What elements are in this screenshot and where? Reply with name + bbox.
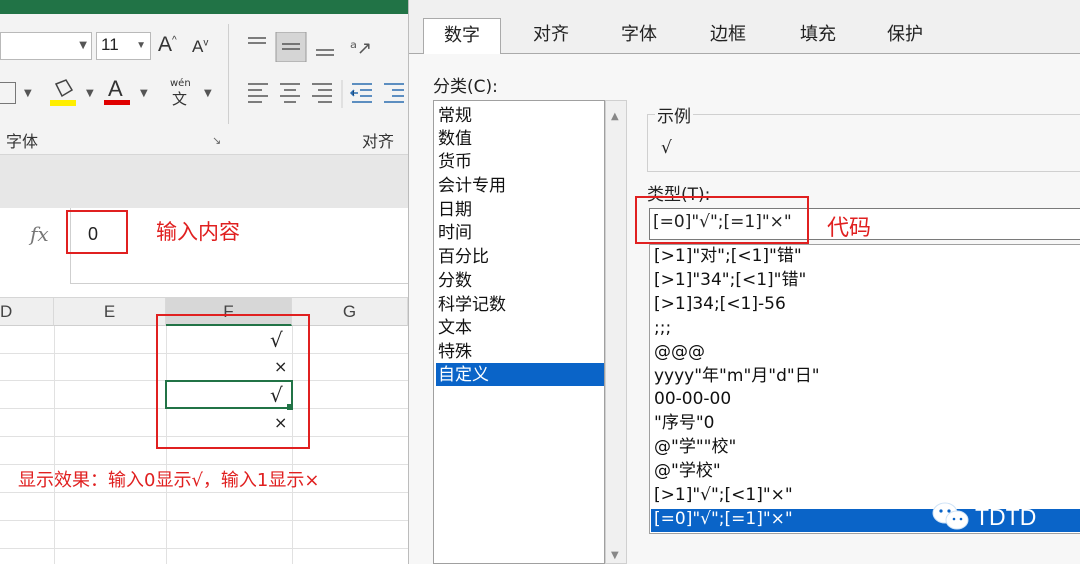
- chevron-down-icon[interactable]: ▼: [86, 88, 94, 99]
- format-item[interactable]: [>1]"34";[<1]"错": [654, 269, 806, 292]
- ribbon-collapsed-area: [0, 155, 408, 208]
- grid-line: [0, 492, 408, 493]
- watermark-text: TDTD: [975, 504, 1037, 530]
- font-size-value: 11: [101, 35, 119, 54]
- sample-label: 示例: [655, 102, 693, 127]
- code-annotation: 代码: [827, 216, 872, 241]
- formula-highlight-box: [66, 210, 128, 254]
- category-label: 分类(C):: [433, 77, 498, 97]
- grid-line: [0, 520, 408, 521]
- title-bar: [0, 0, 408, 14]
- vertical-align-icons[interactable]: ᵃ↗: [244, 32, 384, 62]
- format-item[interactable]: 00-00-00: [654, 388, 731, 411]
- font-name-box[interactable]: ▼: [0, 32, 92, 60]
- grid-line: [54, 326, 55, 564]
- tab-protection[interactable]: 保护: [863, 18, 947, 54]
- tab-border[interactable]: 边框: [683, 18, 773, 54]
- category-scrollbar[interactable]: ▲ ▼: [605, 100, 627, 564]
- column-header-d[interactable]: D: [0, 298, 54, 326]
- category-item-selected[interactable]: 自定义: [438, 364, 489, 387]
- chevron-down-icon[interactable]: ▼: [140, 88, 148, 99]
- tab-font[interactable]: 字体: [595, 18, 683, 54]
- format-item[interactable]: yyyy"年"m"月"d"日": [654, 365, 820, 388]
- formula-annotation: 输入内容: [156, 220, 240, 244]
- category-item[interactable]: 会计专用: [438, 175, 506, 198]
- result-annotation: 显示效果：输入0显示√，输入1显示×: [18, 470, 320, 491]
- category-item[interactable]: 科学记数: [438, 294, 506, 317]
- sample-group: [647, 114, 1080, 172]
- format-item[interactable]: @"学校": [654, 460, 721, 483]
- wechat-logo-icon: [932, 502, 969, 530]
- format-item[interactable]: @"学""校": [654, 436, 736, 459]
- category-item[interactable]: 百分比: [438, 246, 489, 269]
- chevron-down-icon: ▼: [136, 40, 146, 51]
- chevron-down-icon[interactable]: ▼: [204, 88, 212, 99]
- grid-line: [0, 548, 408, 549]
- dialog-launcher-icon[interactable]: ↘: [212, 134, 221, 147]
- format-list[interactable]: [>1]"对";[<1]"错" [>1]"34";[<1]"错" [>1]34;…: [649, 244, 1080, 534]
- fill-color-icon[interactable]: [48, 78, 80, 108]
- chevron-down-icon: ▼: [79, 40, 87, 51]
- phonetic-guide-icon[interactable]: wén 文: [168, 78, 196, 108]
- sample-value: √: [661, 138, 672, 158]
- font-size-box[interactable]: 11 ▼: [96, 32, 151, 60]
- font-color-icon[interactable]: A: [104, 76, 130, 106]
- tab-alignment[interactable]: 对齐: [507, 18, 595, 54]
- category-item[interactable]: 货币: [438, 151, 472, 174]
- chevron-down-icon[interactable]: ▼: [24, 88, 32, 99]
- format-item[interactable]: [>1]"对";[<1]"错": [654, 245, 802, 268]
- ribbon-separator: [228, 24, 229, 124]
- format-item-selected[interactable]: [=0]"√";[=1]"×": [654, 508, 793, 531]
- increase-font-size-icon[interactable]: A^: [158, 33, 177, 57]
- format-item[interactable]: @@@: [654, 341, 705, 364]
- format-item[interactable]: ;;;: [654, 317, 671, 340]
- category-item[interactable]: 文本: [438, 317, 472, 340]
- format-item[interactable]: [>1]34;[<1]-56: [654, 293, 786, 316]
- font-group-label: 字体: [6, 132, 39, 151]
- category-item[interactable]: 特殊: [438, 341, 472, 364]
- column-header-e[interactable]: E: [54, 298, 166, 326]
- decrease-font-size-icon[interactable]: Av: [192, 37, 208, 57]
- format-cells-dialog: 数字 对齐 字体 边框 填充 保护 分类(C): 常规 数值 货币 会计专用 日…: [408, 0, 1080, 564]
- type-highlight-box: [635, 196, 809, 244]
- category-list[interactable]: 常规 数值 货币 会计专用 日期 时间 百分比 分数 科学记数 文本 特殊 自定…: [433, 100, 605, 564]
- border-icon[interactable]: [0, 82, 16, 104]
- category-item[interactable]: 常规: [438, 105, 472, 128]
- category-item[interactable]: 日期: [438, 199, 472, 222]
- scroll-up-icon[interactable]: ▲: [611, 111, 619, 122]
- category-item[interactable]: 数值: [438, 128, 472, 151]
- format-item[interactable]: "序号"0: [654, 412, 714, 435]
- cells-highlight-box: [156, 314, 310, 449]
- scroll-down-icon[interactable]: ▼: [611, 550, 619, 561]
- tab-fill[interactable]: 填充: [773, 18, 863, 54]
- svg-text:ᵃ↗: ᵃ↗: [350, 38, 372, 59]
- grid-line: [0, 464, 408, 465]
- tab-number[interactable]: 数字: [423, 18, 501, 54]
- format-item[interactable]: [>1]"√";[<1]"×": [654, 484, 793, 507]
- horizontal-align-icons[interactable]: [244, 80, 408, 108]
- excel-window: ▼ 11 ▼ A^ Av ᵃ↗ ▼ ▼ A ▼ wén 文 ▼ 字体 ↘ 对齐 …: [0, 0, 408, 564]
- fx-icon[interactable]: fx: [30, 222, 49, 246]
- category-item[interactable]: 时间: [438, 222, 472, 245]
- category-item[interactable]: 分数: [438, 270, 472, 293]
